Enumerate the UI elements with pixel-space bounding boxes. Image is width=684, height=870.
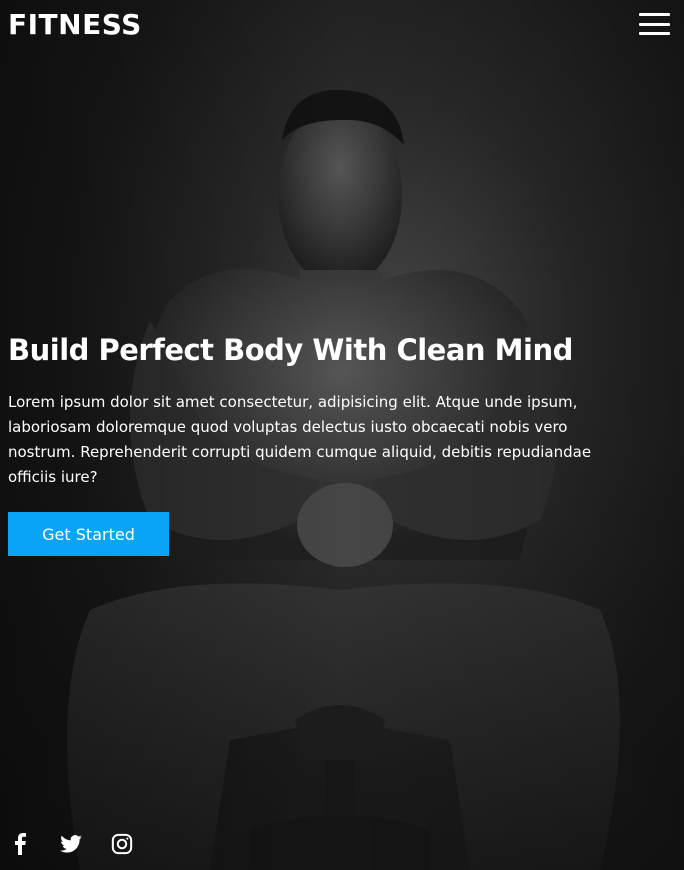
facebook-icon[interactable] bbox=[8, 832, 32, 856]
menu-line bbox=[639, 13, 670, 16]
hero-description: Lorem ipsum dolor sit amet consectetur, … bbox=[8, 393, 592, 486]
menu-line bbox=[639, 22, 670, 26]
hero-section: FITNESS Build Perfect Body With Clean Mi… bbox=[0, 0, 684, 870]
top-navigation: FITNESS bbox=[0, 0, 684, 48]
social-links bbox=[8, 832, 134, 856]
hero-content: Build Perfect Body With Clean Mind Lorem… bbox=[8, 330, 598, 556]
twitter-icon[interactable] bbox=[59, 832, 83, 856]
site-logo[interactable]: FITNESS bbox=[8, 8, 142, 41]
instagram-icon[interactable] bbox=[110, 832, 134, 856]
menu-line bbox=[639, 32, 670, 35]
hamburger-menu-icon[interactable] bbox=[639, 13, 670, 35]
hero-headline: Build Perfect Body With Clean Mind bbox=[8, 333, 573, 367]
get-started-button[interactable]: Get Started bbox=[8, 512, 169, 556]
